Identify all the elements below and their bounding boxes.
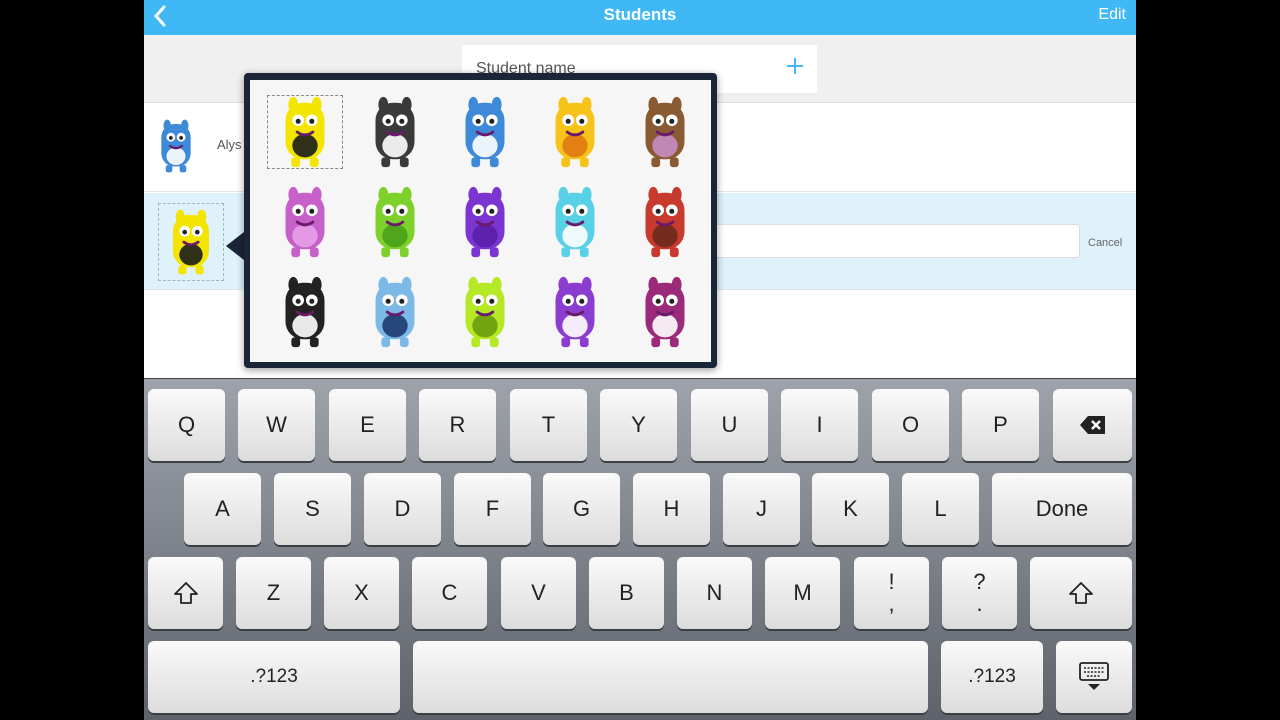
student-name-edit-field[interactable]	[704, 224, 1080, 258]
avatar-option-panda-monster[interactable]	[260, 268, 350, 356]
avatar-option-blue-monster[interactable]	[440, 88, 530, 176]
yellow-orange-monster-icon	[555, 96, 595, 168]
pink-monster-icon	[285, 186, 325, 258]
numbers-key-right[interactable]: .?123	[941, 641, 1043, 713]
key-question: ?	[973, 569, 986, 594]
key-s[interactable]: S	[274, 473, 351, 545]
key-b[interactable]: B	[589, 557, 664, 629]
student-avatar[interactable]	[154, 106, 198, 186]
key-h[interactable]: H	[633, 473, 710, 545]
cyan-monster-icon	[555, 186, 595, 258]
key-f[interactable]: F	[454, 473, 531, 545]
avatar-option-yellow-black-monster[interactable]	[260, 88, 350, 176]
key-m[interactable]: M	[765, 557, 840, 629]
avatar-option-red-spiky-monster[interactable]	[620, 178, 710, 266]
blue-monster-icon	[465, 96, 505, 168]
key-i[interactable]: I	[781, 389, 858, 461]
key-l[interactable]: L	[902, 473, 979, 545]
key-u[interactable]: U	[691, 389, 768, 461]
key-exclamation-comma-glyphs: ! ,	[888, 571, 894, 615]
yellow-black-monster-icon	[285, 96, 325, 168]
light-blue-monster-icon	[375, 276, 415, 348]
backspace-icon	[1079, 416, 1105, 434]
brown-antler-monster-icon	[645, 96, 685, 168]
key-a[interactable]: A	[184, 473, 261, 545]
shift-key-right[interactable]	[1030, 557, 1132, 629]
add-student-button[interactable]	[785, 53, 805, 81]
magenta-monster-icon	[645, 276, 685, 348]
key-g[interactable]: G	[543, 473, 620, 545]
avatar-option-lime-alien-monster[interactable]	[440, 268, 530, 356]
key-y[interactable]: Y	[600, 389, 677, 461]
key-d[interactable]: D	[364, 473, 441, 545]
key-exclamation-comma[interactable]: ! ,	[854, 557, 929, 629]
key-n[interactable]: N	[677, 557, 752, 629]
purple-monster-icon	[555, 276, 595, 348]
shift-icon	[173, 582, 198, 604]
key-question-period-glyphs: ? .	[973, 571, 985, 615]
hide-keyboard-key[interactable]	[1056, 641, 1132, 713]
key-k[interactable]: K	[812, 473, 889, 545]
edit-button[interactable]: Edit	[1098, 6, 1126, 24]
avatar-grid	[260, 88, 710, 358]
panda-monster-icon	[285, 276, 325, 348]
avatar-option-yellow-orange-monster[interactable]	[530, 88, 620, 176]
key-c[interactable]: C	[412, 557, 487, 629]
lime-alien-monster-icon	[465, 276, 505, 348]
shift-icon	[1069, 582, 1093, 604]
shift-key-left[interactable]	[148, 557, 223, 629]
key-period: .	[976, 591, 983, 616]
key-comma: ,	[888, 591, 895, 616]
student-avatar-selected[interactable]	[158, 203, 224, 281]
key-p[interactable]: P	[962, 389, 1039, 461]
key-question-period[interactable]: ? .	[942, 557, 1017, 629]
cancel-button[interactable]: Cancel	[1088, 237, 1122, 249]
avatar-picker-popover	[244, 73, 717, 368]
avatar-option-pink-monster[interactable]	[260, 178, 350, 266]
avatar-option-light-blue-monster[interactable]	[350, 268, 440, 356]
numbers-key-left[interactable]: .?123	[148, 641, 400, 713]
avatar-option-green-cyclops-monster[interactable]	[350, 178, 440, 266]
app-screen: Students Edit Student name Alys Cancel Q…	[144, 0, 1136, 720]
yellow-black-monster-icon	[173, 209, 209, 275]
key-t[interactable]: T	[510, 389, 587, 461]
done-key[interactable]: Done	[992, 473, 1132, 545]
key-w[interactable]: W	[238, 389, 315, 461]
popover-arrow	[226, 232, 244, 260]
key-z[interactable]: Z	[236, 557, 311, 629]
key-exclamation: !	[888, 569, 895, 594]
keyboard-hide-icon	[1079, 662, 1109, 690]
avatar-option-black-white-monster[interactable]	[350, 88, 440, 176]
red-spiky-monster-icon	[645, 186, 685, 258]
key-o[interactable]: O	[872, 389, 949, 461]
avatar-option-brown-antler-monster[interactable]	[620, 88, 710, 176]
key-v[interactable]: V	[501, 557, 576, 629]
page-title: Students	[603, 5, 677, 24]
green-cyclops-monster-icon	[375, 186, 415, 258]
avatar-option-cyan-monster[interactable]	[530, 178, 620, 266]
key-e[interactable]: E	[329, 389, 406, 461]
key-j[interactable]: J	[723, 473, 800, 545]
avatar-option-purple-monster[interactable]	[530, 268, 620, 356]
key-r[interactable]: R	[419, 389, 496, 461]
key-q[interactable]: Q	[148, 389, 225, 461]
backspace-key[interactable]	[1053, 389, 1132, 461]
avatar-option-purple-horned-monster[interactable]	[440, 178, 530, 266]
navigation-bar: Students Edit	[144, 0, 1136, 35]
avatar-option-magenta-monster[interactable]	[620, 268, 710, 356]
purple-horned-monster-icon	[465, 186, 505, 258]
space-key[interactable]	[413, 641, 928, 713]
student-name: Alys	[217, 137, 242, 152]
plus-icon	[787, 58, 803, 74]
key-x[interactable]: X	[324, 557, 399, 629]
black-white-monster-icon	[375, 96, 415, 168]
on-screen-keyboard: Q W E R T Y U I O P A S D F G H J K L Do…	[144, 378, 1136, 720]
blue-monster-icon	[161, 119, 191, 173]
